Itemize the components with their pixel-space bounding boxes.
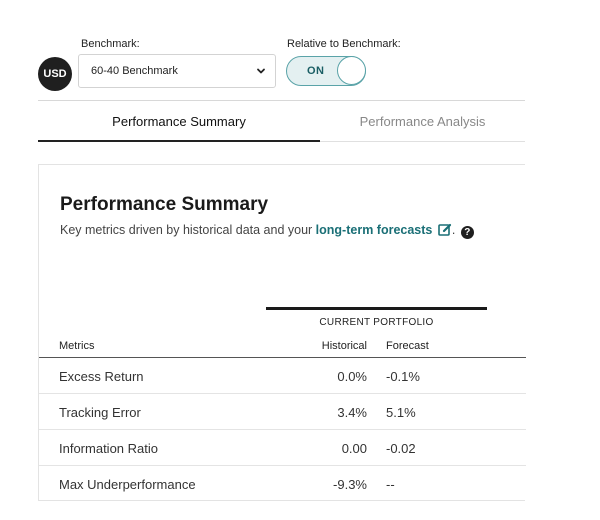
current-portfolio-header: CURRENT PORTFOLIO: [319, 317, 434, 328]
toggle-state-text: ON: [307, 65, 325, 77]
chevron-down-icon: [257, 68, 265, 74]
tabs-top-divider: [38, 100, 525, 101]
help-icon[interactable]: ?: [460, 226, 474, 239]
historical-value: 0.00: [341, 441, 367, 456]
benchmark-label: Benchmark:: [81, 38, 140, 50]
long-term-forecasts-link[interactable]: long-term forecasts: [316, 223, 433, 237]
tab-performance-summary[interactable]: Performance Summary: [38, 102, 320, 142]
historical-value: -9.3%: [333, 477, 367, 492]
table-row: Information Ratio 0.00 -0.02: [39, 430, 526, 466]
historical-value: 3.4%: [337, 405, 367, 420]
currency-badge[interactable]: USD: [38, 57, 72, 91]
table-row: Max Underperformance -9.3% --: [39, 466, 526, 502]
forecast-value: 5.1%: [386, 405, 416, 420]
relative-to-benchmark-toggle[interactable]: ON: [286, 56, 366, 86]
metric-name: Excess Return: [59, 369, 144, 384]
toggle-knob[interactable]: [337, 56, 366, 85]
metric-name: Tracking Error: [59, 405, 141, 420]
table-row: Tracking Error 3.4% 5.1%: [39, 394, 526, 430]
metric-name: Max Underperformance: [59, 477, 196, 492]
benchmark-select[interactable]: 60-40 Benchmark: [78, 54, 276, 88]
historical-column-header: Historical: [321, 340, 367, 352]
metric-name: Information Ratio: [59, 441, 158, 456]
metrics-column-header: Metrics: [59, 340, 95, 352]
tab-performance-analysis[interactable]: Performance Analysis: [320, 102, 525, 142]
card-title: Performance Summary: [60, 194, 269, 215]
historical-value: 0.0%: [337, 369, 367, 384]
table-row: Excess Return 0.0% -0.1%: [39, 358, 526, 394]
benchmark-selected-value: 60-40 Benchmark: [91, 65, 178, 77]
forecast-column-header: Forecast: [386, 340, 429, 352]
forecast-value: -0.02: [386, 441, 416, 456]
column-group-rule: [266, 307, 487, 310]
relative-to-benchmark-label: Relative to Benchmark:: [287, 38, 401, 50]
forecast-value: -0.1%: [386, 369, 420, 384]
performance-summary-card: Performance Summary Key metrics driven b…: [38, 164, 526, 502]
subtitle-text: Key metrics driven by historical data an…: [60, 223, 316, 237]
edit-icon[interactable]: [438, 223, 452, 236]
forecast-value: --: [386, 477, 395, 492]
subtitle-period: .: [451, 223, 456, 237]
card-subtitle: Key metrics driven by historical data an…: [60, 223, 474, 239]
